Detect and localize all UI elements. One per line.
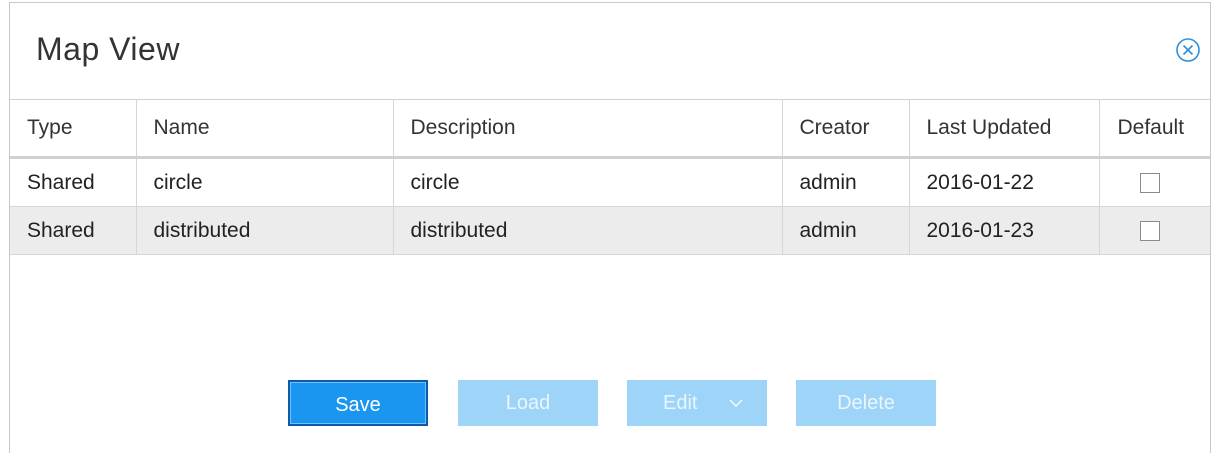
column-header-description[interactable]: Description	[393, 100, 783, 159]
cell-name: circle	[136, 157, 394, 207]
cell-creator: admin	[782, 206, 910, 255]
map-view-dialog: Map View Type Name Description Creator L…	[9, 2, 1211, 453]
cell-name: distributed	[136, 206, 394, 255]
column-header-last-updated[interactable]: Last Updated	[909, 100, 1100, 159]
column-header-type[interactable]: Type	[10, 100, 137, 159]
dialog-title: Map View	[36, 31, 180, 67]
edit-button-label: Edit	[663, 392, 698, 414]
cell-description: distributed	[393, 206, 783, 255]
column-header-name[interactable]: Name	[136, 100, 394, 159]
map-views-table: Type Name Description Creator Last Updat…	[10, 100, 1210, 255]
cell-default	[1099, 157, 1210, 207]
cell-description: circle	[393, 157, 783, 207]
column-header-creator[interactable]: Creator	[782, 100, 910, 159]
close-icon[interactable]	[1175, 37, 1201, 63]
load-button[interactable]: Load	[458, 380, 598, 426]
dialog-header: Map View	[10, 3, 1210, 100]
cell-last-updated: 2016-01-23	[909, 206, 1100, 255]
column-header-default[interactable]: Default	[1099, 100, 1210, 159]
edit-dropdown-button[interactable]: Edit	[627, 380, 767, 426]
default-checkbox[interactable]	[1139, 220, 1160, 241]
delete-button[interactable]: Delete	[796, 380, 936, 426]
cell-type: Shared	[10, 157, 137, 207]
cell-default	[1099, 206, 1210, 255]
cell-last-updated: 2016-01-22	[909, 157, 1100, 207]
save-button[interactable]: Save	[288, 380, 428, 426]
table-row[interactable]: Shared circle circle admin 2016-01-22	[10, 157, 1210, 207]
default-checkbox[interactable]	[1139, 172, 1160, 193]
table-row[interactable]: Shared distributed distributed admin 201…	[10, 206, 1210, 255]
chevron-down-icon	[729, 399, 743, 408]
cell-creator: admin	[782, 157, 910, 207]
cell-type: Shared	[10, 206, 137, 255]
table-header-row: Type Name Description Creator Last Updat…	[10, 100, 1210, 159]
